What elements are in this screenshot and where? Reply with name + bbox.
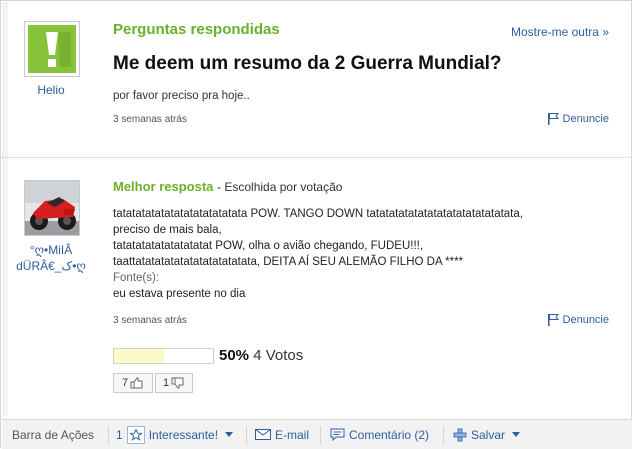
chevron-down-icon (512, 432, 521, 437)
answer-body: tatatatatatatatatatatatatata POW. TANGO … (113, 206, 603, 302)
action-separator (108, 426, 109, 444)
vote-summary: 50% 4 Votos (219, 347, 303, 364)
thumbs-up-count: 7 (121, 377, 129, 389)
best-answer-heading: Melhor resposta - Escolhida por votação (113, 179, 342, 194)
interesting-count: 1 (116, 427, 123, 442)
envelope-icon (255, 429, 271, 440)
flag-icon (547, 113, 559, 125)
action-separator (443, 426, 444, 444)
exclamation-avatar-icon (28, 25, 76, 73)
best-answer-note: - Escolhida por votação (217, 180, 343, 194)
vote-progress-bar (113, 348, 214, 364)
question-title: Me deem um resumo da 2 Guerra Mundial? (113, 53, 502, 74)
star-icon (126, 425, 145, 444)
answerer-name-line1: °ღ•MiIÂ (29, 243, 73, 257)
email-button[interactable]: E-mail (255, 420, 309, 449)
interesting-label: Interessante! (148, 427, 219, 442)
comment-icon (330, 428, 345, 441)
vote-percent: 50% (219, 347, 250, 364)
thumbs-up-button[interactable]: 7 (113, 373, 153, 393)
plus-icon (453, 428, 467, 441)
sources-label: Fonte(s): (113, 272, 160, 284)
thumbs-down-count: 1 (162, 377, 170, 389)
vote-progress-fill (114, 349, 164, 363)
question-timestamp: 3 semanas atrás (113, 114, 187, 125)
save-label: Salvar (471, 427, 506, 442)
action-bar-title: Barra de Ações (12, 427, 95, 442)
sources-text: eu estava presente no dia (113, 288, 246, 300)
motorcycle-avatar-icon (25, 181, 79, 235)
vote-count: 4 Votos (253, 347, 304, 364)
answerer-name-line2: dÜRÂ€_ک•ღ (16, 259, 86, 273)
save-button[interactable]: Salvar (453, 420, 521, 449)
show-another-link[interactable]: Mostre-me outra » (511, 25, 609, 39)
answer-timestamp: 3 semanas atrás (113, 315, 187, 326)
thumbs-down-icon (171, 377, 184, 389)
answer-line: tatatatatatatatatatat POW, olha o avião … (113, 240, 424, 252)
interesting-button[interactable]: 1 Interessante! (116, 420, 234, 449)
chevron-down-icon (225, 432, 234, 437)
report-label: Denuncie (562, 314, 609, 326)
left-edge-strip (2, 2, 8, 416)
report-answer-link[interactable]: Denuncie (547, 314, 609, 326)
answer-line: taattatatatatatatatatatatatata, DEITA AÍ… (113, 256, 464, 268)
best-answer-label: Melhor resposta (113, 179, 214, 194)
email-label: E-mail (275, 427, 310, 442)
action-separator (320, 426, 321, 444)
action-bar-label: Barra de Ações (12, 420, 94, 449)
comment-button[interactable]: Comentário (2) (330, 420, 429, 449)
report-label: Denuncie (562, 113, 609, 125)
action-bar: Barra de Ações 1 Interessante! E-mail Co… (2, 419, 632, 449)
answer-line: preciso de mais bala, (113, 224, 222, 236)
question-body: por favor preciso pra hoje.. (113, 90, 250, 102)
answerer-name[interactable]: °ღ•MiIÂ dÜRÂ€_ک•ღ (7, 242, 95, 274)
flag-icon (547, 314, 559, 326)
thumbs-down-button[interactable]: 1 (155, 373, 193, 393)
report-question-link[interactable]: Denuncie (547, 113, 609, 125)
comment-label: Comentário (2) (349, 427, 430, 442)
answer-card: Helio Perguntas respondidas Mostre-me ou… (0, 0, 632, 449)
asker-name[interactable]: Helio (21, 83, 81, 97)
asker-avatar[interactable] (24, 21, 80, 77)
answerer-avatar[interactable] (24, 180, 80, 236)
thumbs-up-icon (130, 377, 143, 389)
section-title: Perguntas respondidas (113, 21, 280, 38)
answer-line: tatatatatatatatatatatatatata POW. TANGO … (113, 208, 523, 220)
action-separator (246, 426, 247, 444)
section-divider (2, 157, 632, 158)
